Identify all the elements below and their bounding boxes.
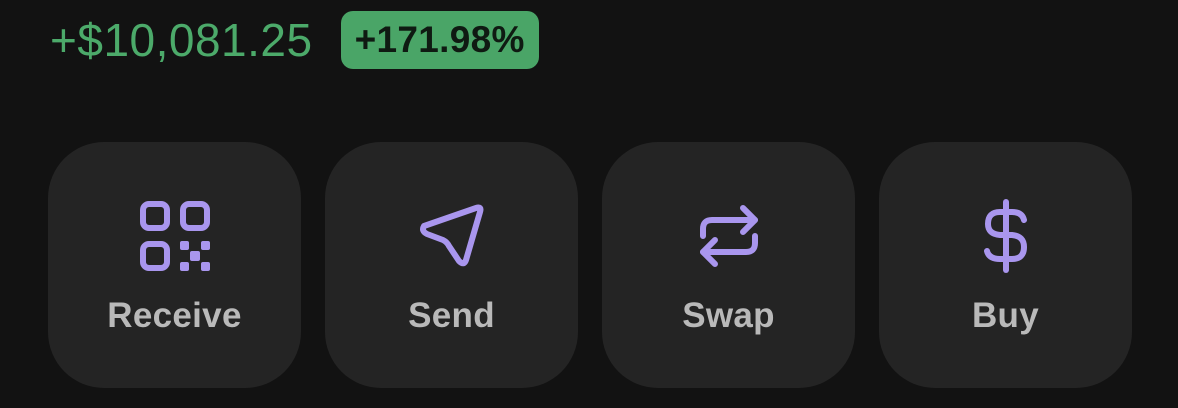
send-label: Send: [408, 296, 495, 335]
pnl-percent-badge: +171.98%: [340, 11, 539, 69]
receive-label: Receive: [107, 296, 242, 335]
swap-button[interactable]: Swap: [602, 142, 855, 388]
swap-arrows-icon: [691, 198, 767, 274]
dollar-icon: [968, 198, 1044, 274]
pnl-amount: +$10,081.25: [50, 14, 313, 66]
buy-button[interactable]: Buy: [879, 142, 1132, 388]
qr-code-icon: [137, 198, 213, 274]
swap-label: Swap: [682, 296, 775, 335]
receive-button[interactable]: Receive: [48, 142, 301, 388]
wallet-summary: +$10,081.25 +171.98% Receive Send Swap B…: [0, 0, 1178, 408]
pnl-row: +$10,081.25 +171.98%: [50, 8, 539, 72]
send-icon: [414, 198, 490, 274]
send-button[interactable]: Send: [325, 142, 578, 388]
buy-label: Buy: [971, 296, 1040, 335]
action-bar: Receive Send Swap Buy: [48, 142, 1132, 388]
